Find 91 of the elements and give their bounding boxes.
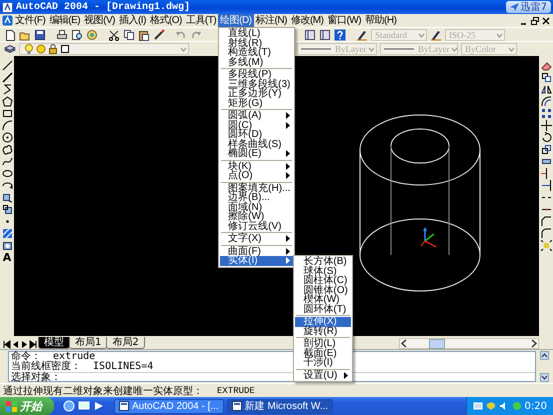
text-tool-button[interactable]: A xyxy=(2,252,12,263)
menu-entry-label: 样条曲线(S) xyxy=(228,140,282,149)
menu-entry-label: 直线(L) xyxy=(228,29,260,38)
menu-item[interactable]: 标注(N) xyxy=(254,14,289,27)
clock: 0:20 xyxy=(524,400,547,412)
menu-item[interactable]: 修改(M) xyxy=(288,14,326,27)
command-prompt[interactable]: 选择对象： xyxy=(11,373,61,383)
status-command: EXTRUDE xyxy=(217,386,255,396)
menu-entry-label: 剖切(L) xyxy=(303,339,336,348)
menu-entry-label: 圆柱体(C) xyxy=(303,276,348,286)
menu-entry[interactable]: 正多边形(Y) xyxy=(220,89,294,98)
menu-entry[interactable]: 圆弧(A) xyxy=(220,111,294,120)
menu-entry-label: 椭圆(E) xyxy=(228,149,262,158)
menu-entry-label: 干涉(I) xyxy=(303,358,333,368)
menu-entry-label: 圆(C) xyxy=(228,120,252,130)
menu-item[interactable]: 视图(V) xyxy=(82,14,117,27)
taskbar-button[interactable]: AutoCAD 2004 - [... xyxy=(114,398,224,414)
menu-item[interactable]: 工具(T) xyxy=(184,14,218,27)
command-history-line: 当前线框密度： ISOLINES=4 xyxy=(11,362,154,372)
layout-tab[interactable]: 布局2 xyxy=(106,337,145,349)
menu-entry-label: 面域(N) xyxy=(228,202,262,212)
menu-entry[interactable]: 圆环(D) xyxy=(220,130,294,140)
menu-entry-label: 多线(M) xyxy=(228,58,264,67)
combo-text: ByColor xyxy=(465,44,496,54)
menu-entry[interactable]: 圆柱体(C) xyxy=(295,276,351,286)
menu-entry[interactable]: 边界(B)... xyxy=(220,193,294,202)
menu-entry-label: 多段线(P) xyxy=(228,70,272,80)
menu-item[interactable]: 帮助(H) xyxy=(363,14,398,27)
menu-item[interactable]: 插入(I) xyxy=(116,14,148,27)
menu-entry-label: 设置(U) xyxy=(303,370,338,380)
menu-entry[interactable]: 修订云线(V) xyxy=(220,222,294,231)
layout-tab[interactable]: 布局1 xyxy=(69,337,108,349)
menu-entry[interactable]: 曲面(F) xyxy=(220,246,294,256)
menu-entry[interactable]: 剖切(L) xyxy=(295,339,351,348)
menu-entry-label: 球体(S) xyxy=(303,266,337,276)
menu-entry[interactable]: 构造线(T) xyxy=(220,48,294,58)
combo-text: Standard xyxy=(375,30,407,40)
menu-entry[interactable]: 圆锥体(O) xyxy=(295,286,351,295)
menu-entry[interactable]: 矩形(G) xyxy=(220,98,294,108)
menu-item[interactable]: 窗口(W) xyxy=(325,14,364,27)
menu-item[interactable]: 文件(F) xyxy=(13,14,48,27)
menu-entry-label: 截面(E) xyxy=(303,348,337,358)
menu-entry-label: 边界(B)... xyxy=(228,193,270,202)
menu-entry[interactable]: 圆环体(T) xyxy=(295,304,351,314)
menu-entry[interactable]: 块(K) xyxy=(220,162,294,171)
menu-entry-label: 块(K) xyxy=(228,162,252,171)
menu-entry-label: 擦除(W) xyxy=(228,212,264,222)
menu-entry[interactable]: 面域(N) xyxy=(220,202,294,212)
menu-entry[interactable]: 球体(S) xyxy=(295,266,351,276)
combo-text: ByLayer xyxy=(335,44,366,54)
menu-entry[interactable]: 长方体(B) xyxy=(295,257,351,266)
menu-entry-label: 曲面(F) xyxy=(228,246,261,256)
menu-item[interactable]: 格式(O) xyxy=(148,14,184,27)
menu-entry[interactable]: 截面(E) xyxy=(295,348,351,358)
menu-entry-label: 长方体(B) xyxy=(303,257,347,266)
menu-entry-label: 旋转(R) xyxy=(303,326,338,336)
menu-entry[interactable]: 干涉(I) xyxy=(295,358,351,368)
menu-entry-label: 正多边形(Y) xyxy=(228,89,282,98)
menu-entry[interactable]: 样条曲线(S) xyxy=(220,140,294,149)
menu-entry-label: 修订云线(V) xyxy=(228,222,282,231)
menu-entry[interactable]: 直线(L) xyxy=(220,29,294,38)
combo-text: ISO-25 xyxy=(449,30,476,40)
menu-entry-label: 矩形(G) xyxy=(228,98,263,108)
menu-entry[interactable]: 擦除(W) xyxy=(220,212,294,222)
combo-text: ByLayer xyxy=(418,44,450,54)
menu-entry-label: 圆环体(T) xyxy=(303,304,346,314)
command-history-line: 命令： _extrude xyxy=(11,352,96,362)
menu-entry[interactable]: 椭圆(E) xyxy=(220,149,294,158)
menu-entry-label: 射线(R) xyxy=(228,38,262,48)
menu-entry-label: 构造线(T) xyxy=(228,48,271,58)
menu-entry[interactable]: 旋转(R) xyxy=(295,326,351,336)
menu-entry[interactable]: 楔体(W) xyxy=(295,295,351,304)
menu-entry[interactable]: 多线(M) xyxy=(220,58,294,67)
status-message: 通过拉伸现有二维对象来创建唯一实体原型： xyxy=(3,384,203,398)
menu-item[interactable]: 绘图(D) xyxy=(218,14,254,27)
menu-item[interactable]: 编辑(E) xyxy=(47,14,82,27)
menu-entry-label: 文字(X) xyxy=(228,234,262,244)
menu-entry[interactable]: 射线(R) xyxy=(220,38,294,48)
window-title: AutoCAD 2004 - [Drawing1.dwg] xyxy=(16,2,192,12)
taskbar-button[interactable]: 新建 Microsoft W... xyxy=(226,398,334,414)
floating-button[interactable]: 迅雷7 xyxy=(506,1,551,13)
menu-entry[interactable]: 点(O) xyxy=(220,171,294,180)
menu-entry-label: 圆弧(A) xyxy=(228,111,262,120)
menu-entry-label: 圆环(D) xyxy=(228,130,262,140)
menu-entry[interactable]: 文字(X) xyxy=(220,234,294,244)
menu-entry-label: 楔体(W) xyxy=(303,295,340,304)
menu-entry[interactable]: 多段线(P) xyxy=(220,70,294,80)
menu-entry-label: 圆锥体(O) xyxy=(303,286,348,295)
menu-entry[interactable]: 设置(U) xyxy=(295,370,351,380)
menu-entry-label: 点(O) xyxy=(228,171,253,180)
menu-entry[interactable]: 圆(C) xyxy=(220,120,294,130)
